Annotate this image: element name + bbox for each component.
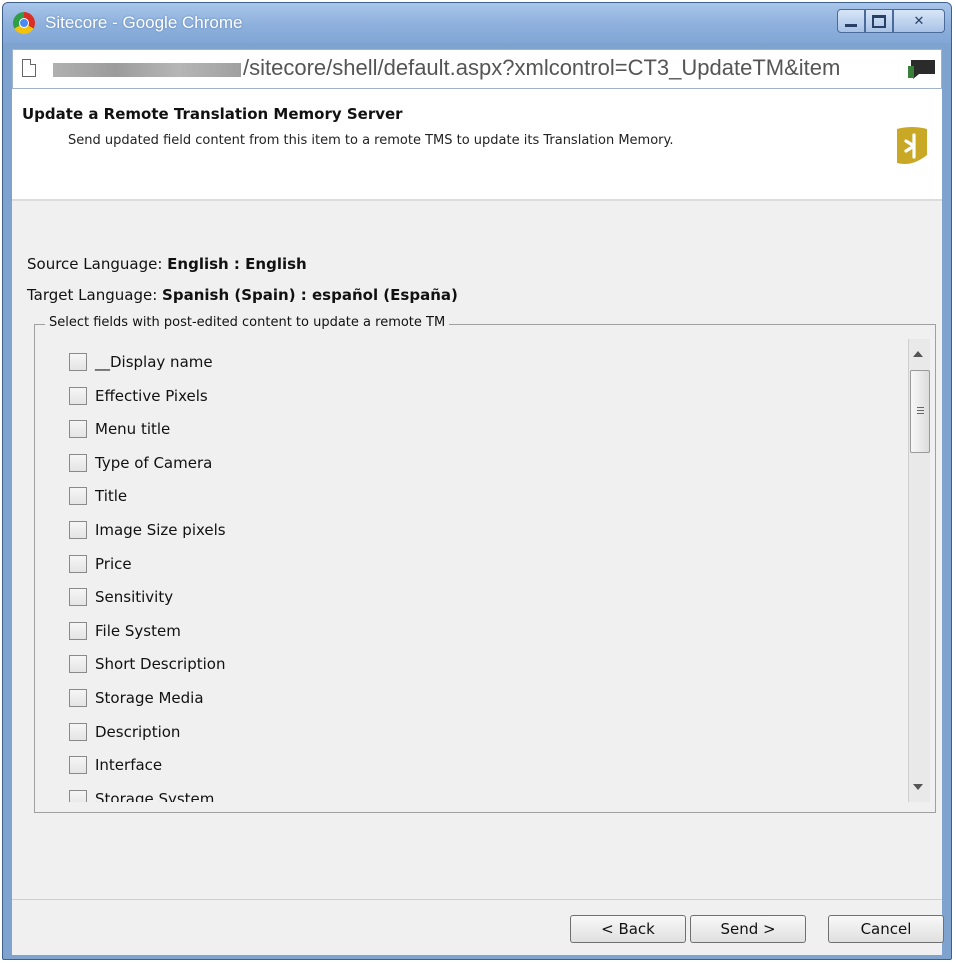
- field-item[interactable]: Short Description: [69, 653, 225, 675]
- field-item[interactable]: Title: [69, 485, 127, 507]
- window-controls: ✕: [837, 9, 945, 35]
- close-icon: ✕: [913, 13, 925, 29]
- field-item[interactable]: Sensitivity: [69, 586, 173, 608]
- field-label: __Display name: [95, 353, 213, 371]
- field-list-scrollbar[interactable]: [908, 339, 930, 802]
- field-checkbox[interactable]: [69, 353, 87, 371]
- field-item[interactable]: Storage Media: [69, 687, 204, 709]
- back-button[interactable]: < Back: [570, 915, 686, 943]
- address-bar[interactable]: /sitecore/shell/default.aspx?xmlcontrol=…: [12, 49, 942, 89]
- cancel-button[interactable]: Cancel: [828, 915, 944, 943]
- field-item[interactable]: Description: [69, 721, 180, 743]
- maximize-icon: [872, 14, 886, 28]
- window-title: Sitecore - Google Chrome: [45, 13, 243, 32]
- source-language-label: Source Language:: [27, 255, 163, 273]
- footer-divider: [12, 899, 942, 900]
- chrome-logo-icon: [13, 12, 35, 34]
- field-checkbox[interactable]: [69, 789, 87, 802]
- scroll-thumb[interactable]: [910, 370, 930, 453]
- field-list[interactable]: __Display name Effective Pixels Menu title…: [47, 339, 917, 802]
- browser-window: Sitecore - Google Chrome ✕ /sitecore/she…: [2, 2, 952, 960]
- field-label: Type of Camera: [95, 453, 213, 472]
- field-checkbox[interactable]: [69, 655, 87, 674]
- field-item[interactable]: Storage System: [69, 788, 214, 802]
- field-label: Effective Pixels: [95, 386, 208, 405]
- redacted-host: [53, 63, 241, 77]
- target-language-row: Target Language: Spanish (Spain) : españ…: [27, 286, 458, 304]
- close-button[interactable]: ✕: [893, 9, 945, 33]
- field-checkbox[interactable]: [69, 689, 87, 707]
- target-language-value: Spanish (Spain) : español (España): [162, 286, 458, 304]
- grip-line: [917, 413, 924, 414]
- minimize-icon: [845, 23, 857, 27]
- dialog-content: Update a Remote Translation Memory Serve…: [12, 89, 944, 955]
- send-button[interactable]: Send >: [690, 915, 806, 943]
- field-checkbox[interactable]: [69, 487, 87, 506]
- field-item[interactable]: File System: [69, 620, 181, 642]
- page-icon: [22, 59, 36, 77]
- source-language-value: English : English: [167, 255, 307, 273]
- field-checkbox[interactable]: [69, 453, 87, 472]
- field-label: File System: [95, 621, 181, 640]
- field-checkbox[interactable]: [69, 588, 87, 607]
- field-item[interactable]: Image Size pixels: [69, 519, 226, 541]
- maximize-button[interactable]: [865, 9, 893, 33]
- field-checkbox[interactable]: [69, 521, 87, 539]
- field-checkbox[interactable]: [69, 420, 87, 439]
- field-label: Storage System: [95, 789, 215, 802]
- source-language-row: Source Language: English : English: [27, 255, 307, 273]
- grip-line: [917, 410, 924, 411]
- field-label: Short Description: [95, 655, 226, 674]
- field-item[interactable]: __Display name: [69, 351, 213, 373]
- field-label: Price: [95, 554, 132, 573]
- field-item[interactable]: Type of Camera: [69, 452, 212, 474]
- page-title: Update a Remote Translation Memory Serve…: [22, 105, 403, 123]
- translate-flag-icon[interactable]: [907, 58, 937, 80]
- field-checkbox[interactable]: [69, 621, 87, 640]
- page-description: Send updated field content from this ite…: [68, 133, 674, 148]
- target-language-label: Target Language:: [27, 286, 158, 304]
- field-item[interactable]: Menu title: [69, 418, 170, 440]
- field-item[interactable]: Effective Pixels: [69, 385, 208, 407]
- minimize-button[interactable]: [837, 9, 865, 33]
- field-label: Description: [95, 722, 181, 741]
- field-checkbox[interactable]: [69, 554, 87, 573]
- field-label: Storage Media: [95, 689, 204, 707]
- url-text[interactable]: /sitecore/shell/default.aspx?xmlcontrol=…: [243, 55, 903, 81]
- scroll-up-icon[interactable]: [913, 351, 923, 357]
- field-item[interactable]: Price: [69, 553, 132, 575]
- field-checkbox[interactable]: [69, 386, 87, 405]
- field-checkbox[interactable]: [69, 722, 87, 741]
- field-label: Sensitivity: [95, 588, 174, 607]
- grip-line: [917, 407, 924, 408]
- field-checkbox[interactable]: [69, 756, 87, 775]
- fields-legend: Select fields with post-edited content t…: [45, 315, 450, 330]
- field-label: Interface: [95, 756, 163, 775]
- title-bar[interactable]: Sitecore - Google Chrome ✕: [3, 3, 951, 43]
- dialog-header: Update a Remote Translation Memory Serve…: [12, 89, 942, 201]
- field-item[interactable]: Interface: [69, 754, 162, 776]
- field-label: Image Size pixels: [95, 521, 226, 539]
- sitecore-translation-logo-icon: [897, 127, 927, 164]
- scroll-down-icon[interactable]: [913, 784, 923, 790]
- field-label: Menu title: [95, 420, 171, 439]
- fields-fieldset: Select fields with post-edited content t…: [34, 315, 936, 813]
- field-label: Title: [95, 487, 128, 506]
